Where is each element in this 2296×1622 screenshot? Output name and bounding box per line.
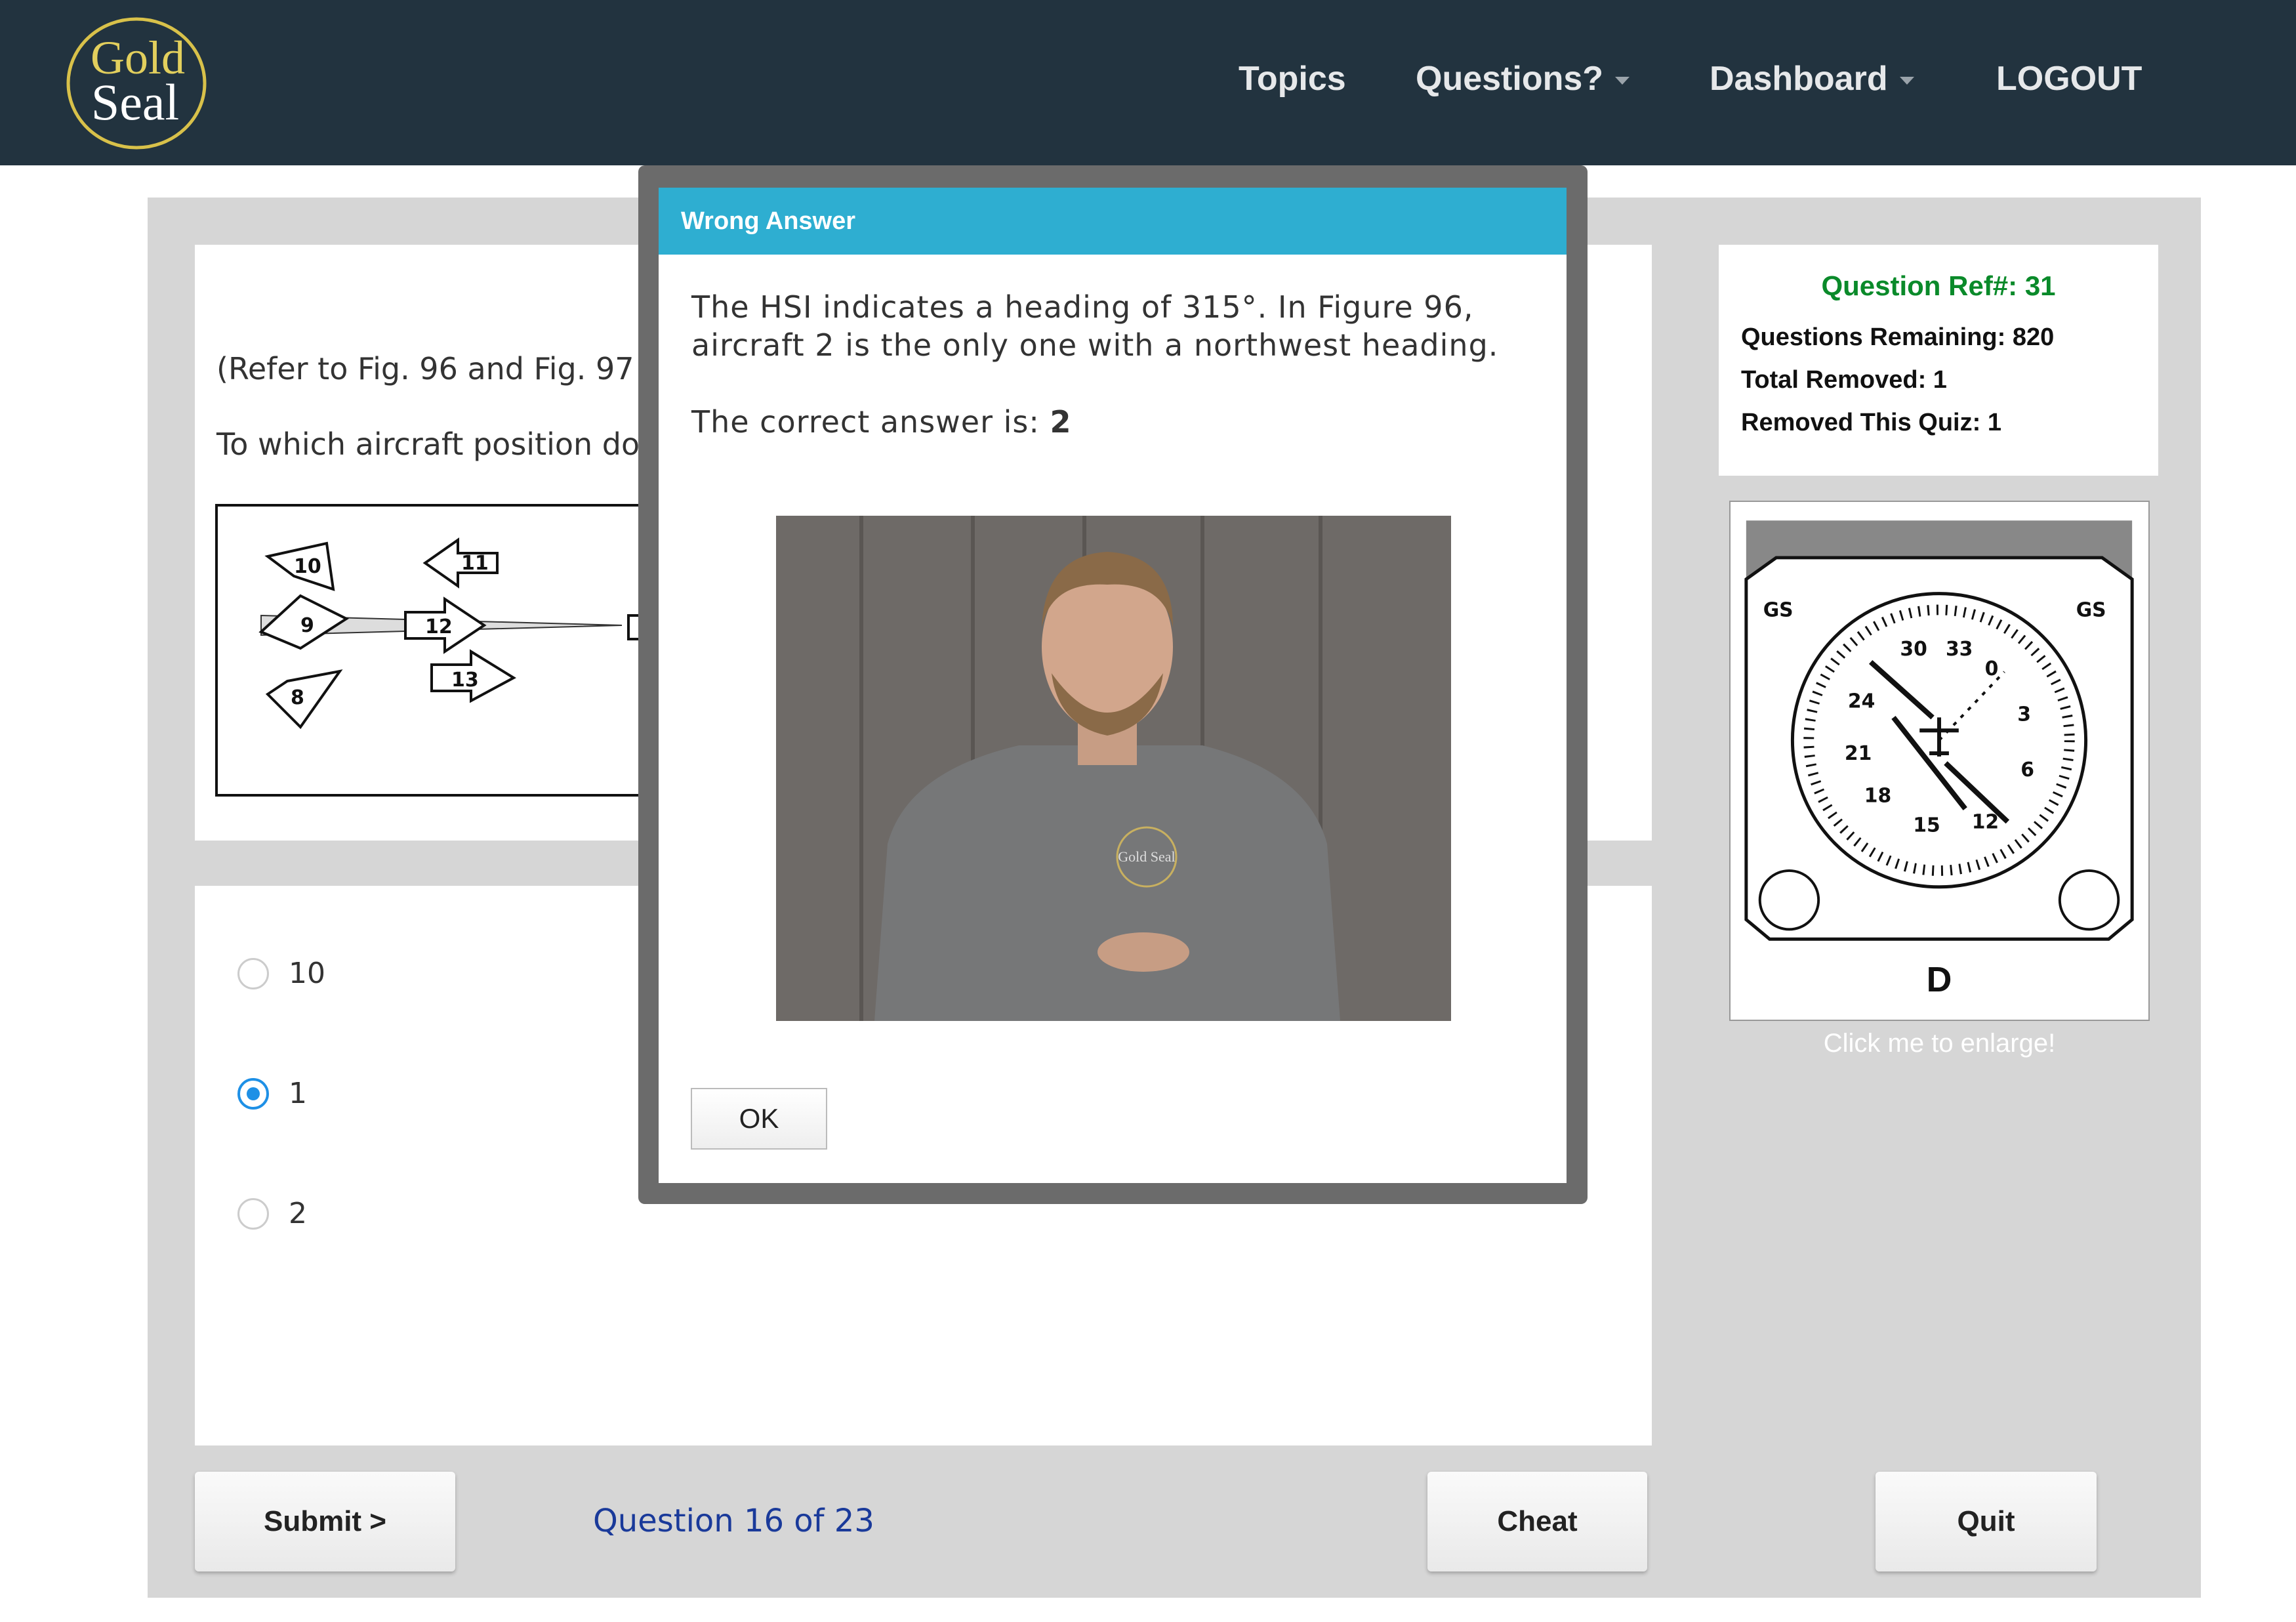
question-progress: Question 16 of 23 <box>593 1503 874 1539</box>
cheat-button[interactable]: Cheat <box>1427 1472 1647 1571</box>
explanation-video[interactable]: Gold Seal <box>776 516 1451 1021</box>
ok-button[interactable]: OK <box>691 1088 827 1150</box>
answer-label[interactable]: 2 <box>289 1197 307 1230</box>
hsi-figure-d[interactable]: GS GS 30 33 03 6 12 15 18 21 24 D <box>1729 501 2150 1021</box>
correct-answer: The correct answer is: 2 <box>691 404 1072 440</box>
svg-text:GS: GS <box>2076 598 2106 621</box>
explanation-line: aircraft 2 is the only one with a northw… <box>691 327 1499 363</box>
submit-button[interactable]: Submit > <box>195 1472 455 1571</box>
svg-text:0: 0 <box>1985 657 1999 680</box>
caret-down-icon <box>1899 77 1914 85</box>
answer-radio-10[interactable] <box>237 958 269 989</box>
svg-text:D: D <box>1927 960 1952 999</box>
nav-dashboard-dropdown[interactable]: Dashboard <box>1710 59 1914 98</box>
svg-text:21: 21 <box>1845 742 1872 765</box>
answer-label[interactable]: 10 <box>289 957 325 990</box>
svg-text:18: 18 <box>1864 785 1891 808</box>
quit-button[interactable]: Quit <box>1876 1472 2097 1571</box>
question-reference: (Refer to Fig. 96 and Fig. 97 <box>216 351 634 386</box>
svg-text:13: 13 <box>451 669 479 692</box>
questions-remaining: Questions Remaining: 820 <box>1741 323 2055 351</box>
svg-text:33: 33 <box>1946 638 1973 661</box>
svg-text:24: 24 <box>1848 690 1875 713</box>
svg-text:10: 10 <box>294 555 321 578</box>
answer-radio-2[interactable] <box>237 1198 269 1230</box>
svg-text:11: 11 <box>461 552 489 575</box>
question-ref: Question Ref#: 31 <box>1821 270 2056 301</box>
caret-down-icon <box>1615 77 1630 85</box>
removed-this-quiz: Removed This Quiz: 1 <box>1741 409 2001 436</box>
enlarge-link[interactable]: Click me to enlarge! <box>1729 1029 2150 1058</box>
question-figure-96: 10 9 11 12 13 8 <box>215 504 674 797</box>
gold-seal-logo[interactable]: Gold Seal <box>64 14 209 152</box>
svg-text:8: 8 <box>291 686 304 709</box>
answer-radio-1[interactable] <box>237 1078 269 1110</box>
svg-text:3: 3 <box>2017 703 2031 726</box>
question-text: To which aircraft position do <box>216 426 640 462</box>
nav-questions-dropdown[interactable]: Questions? <box>1416 59 1630 98</box>
svg-text:30: 30 <box>1900 638 1927 661</box>
total-removed: Total Removed: 1 <box>1741 366 1947 394</box>
nav-logout[interactable]: LOGOUT <box>1996 59 2142 98</box>
svg-text:Gold Seal: Gold Seal <box>1118 848 1175 865</box>
svg-text:12: 12 <box>425 615 453 638</box>
answer-label[interactable]: 1 <box>289 1077 307 1110</box>
svg-text:15: 15 <box>1913 814 1940 837</box>
svg-text:9: 9 <box>300 614 314 637</box>
dialog-title: Wrong Answer <box>659 188 1567 255</box>
nav-topics[interactable]: Topics <box>1239 59 1346 98</box>
svg-text:GS: GS <box>1763 598 1794 621</box>
svg-text:6: 6 <box>2020 759 2034 781</box>
svg-text:12: 12 <box>1972 810 1999 833</box>
explanation-line: The HSI indicates a heading of 315°. In … <box>691 289 1474 325</box>
top-nav-bar: Gold Seal Topics Questions? Dashboard LO… <box>0 0 2296 165</box>
svg-text:Seal: Seal <box>91 73 179 131</box>
wrong-answer-dialog: Wrong Answer The HSI indicates a heading… <box>659 188 1567 1183</box>
